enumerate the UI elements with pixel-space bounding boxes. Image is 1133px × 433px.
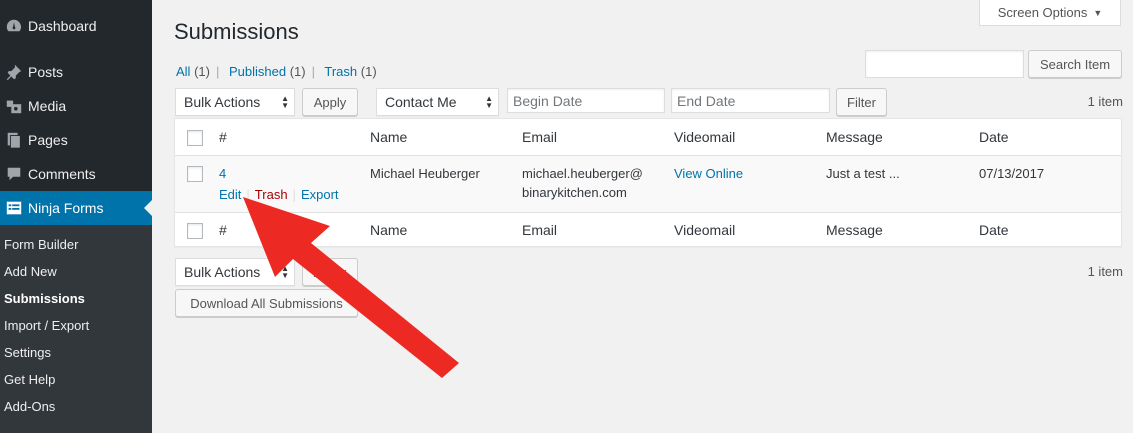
table-row: 4 Edit | Trash | Export Michael Heuberge… (175, 156, 1121, 212)
ninja-forms-submenu: Form Builder Add New Submissions Import … (0, 225, 152, 433)
column-header-videomail[interactable]: Videomail (674, 129, 735, 145)
subsubsub-views: All (1) | Published (1) | Trash (1) (176, 64, 377, 79)
form-select[interactable]: Contact Me ▲ ▼ (376, 88, 499, 116)
search-input[interactable] (865, 50, 1024, 78)
submenu-item-get-help[interactable]: Get Help (4, 372, 55, 387)
submission-email-line1: michael.heuberger@ (522, 166, 643, 181)
sidebar-item-label: Pages (28, 132, 68, 148)
submission-name: Michael Heuberger (370, 166, 480, 181)
submenu-item-add-ons[interactable]: Add-Ons (4, 399, 55, 414)
items-count-bottom: 1 item (1087, 264, 1123, 279)
pushpin-icon (0, 63, 28, 81)
comment-icon (0, 165, 28, 183)
sidebar-item-ninja-forms[interactable]: Ninja Forms (0, 191, 152, 225)
view-count: (1) (194, 64, 210, 79)
submission-message: Just a test ... (826, 166, 900, 181)
submenu-item-import-export[interactable]: Import / Export (4, 318, 89, 333)
export-link[interactable]: Export (301, 187, 339, 202)
view-count: (1) (289, 64, 306, 79)
admin-sidebar: Dashboard Posts Media Pages Comments Nin… (0, 0, 152, 433)
submission-email-line2: binarykitchen.com (522, 185, 627, 200)
pages-icon (0, 131, 28, 149)
view-all-link[interactable]: All (176, 64, 190, 79)
bulk-actions-select[interactable]: Bulk Actions ▲ ▼ (175, 88, 295, 116)
select-all-checkbox[interactable] (187, 223, 203, 239)
divider: | (292, 187, 296, 202)
sidebar-item-label: Ninja Forms (28, 200, 104, 216)
submissions-table: # Name Email Videomail Message Date 4 Ed… (174, 118, 1122, 247)
submission-date: 07/13/2017 (979, 166, 1045, 181)
apply-button-bottom[interactable]: Apply (302, 258, 358, 286)
sidebar-item-label: Posts (28, 64, 64, 80)
dashboard-icon (0, 17, 28, 35)
search-button[interactable]: Search Item (1028, 50, 1122, 78)
sidebar-item-media[interactable]: Media (0, 89, 152, 123)
row-actions: Edit | Trash | Export (219, 187, 339, 202)
table-footer-row: # Name Email Videomail Message Date (175, 212, 1121, 247)
submenu-item-form-builder[interactable]: Form Builder (4, 237, 78, 252)
column-footer-name[interactable]: Name (370, 222, 407, 238)
sidebar-item-label: Dashboard (28, 18, 97, 34)
column-header-message[interactable]: Message (826, 129, 883, 145)
column-header-name[interactable]: Name (370, 129, 407, 145)
apply-button[interactable]: Apply (302, 88, 358, 116)
trash-link[interactable]: Trash (255, 187, 288, 202)
page-title: Submissions (174, 19, 299, 44)
sidebar-item-dashboard[interactable]: Dashboard (0, 9, 152, 43)
divider: | (215, 64, 220, 79)
bulk-actions-select-bottom[interactable]: Bulk Actions ▲ ▼ (175, 258, 295, 286)
filter-button[interactable]: Filter (836, 88, 887, 116)
items-count: 1 item (1087, 94, 1123, 109)
view-online-link[interactable]: View Online (674, 166, 743, 181)
column-footer-videomail[interactable]: Videomail (674, 222, 735, 238)
column-header-date[interactable]: Date (979, 129, 1009, 145)
sidebar-item-label: Comments (28, 166, 96, 182)
submenu-item-submissions[interactable]: Submissions (4, 291, 85, 306)
form-select-value: Contact Me (385, 94, 457, 110)
submenu-item-settings[interactable]: Settings (4, 345, 51, 360)
divider: | (246, 187, 250, 202)
forms-icon (0, 199, 28, 217)
sidebar-item-pages[interactable]: Pages (0, 123, 152, 157)
bulk-actions-value: Bulk Actions (184, 94, 261, 110)
view-trash-link[interactable]: Trash (324, 64, 357, 79)
row-checkbox[interactable] (187, 166, 203, 182)
table-header-row: # Name Email Videomail Message Date (175, 119, 1121, 156)
begin-date-input[interactable]: Begin Date (507, 88, 665, 113)
select-arrows-icon: ▲ ▼ (485, 94, 493, 110)
download-all-submissions-button[interactable]: Download All Submissions (175, 289, 358, 317)
submission-id[interactable]: 4 (219, 166, 226, 181)
sidebar-item-posts[interactable]: Posts (0, 55, 152, 89)
column-header-email[interactable]: Email (522, 129, 557, 145)
bulk-actions-value: Bulk Actions (184, 264, 261, 280)
view-published-link[interactable]: Published (229, 64, 286, 79)
select-arrows-icon: ▲ ▼ (281, 264, 289, 280)
screen-options-label: Screen Options (997, 5, 1088, 20)
edit-link[interactable]: Edit (219, 187, 241, 202)
screen-options-button[interactable]: Screen Options ▼ (979, 0, 1121, 26)
end-date-input[interactable]: End Date (671, 88, 830, 113)
submenu-item-add-new[interactable]: Add New (4, 264, 57, 279)
column-footer-email[interactable]: Email (522, 222, 557, 238)
column-footer-message[interactable]: Message (826, 222, 883, 238)
column-footer-id[interactable]: # (219, 222, 227, 238)
sidebar-item-label: Media (28, 98, 67, 114)
divider: | (311, 64, 315, 79)
view-count: (1) (360, 64, 377, 79)
select-all-checkbox[interactable] (187, 130, 203, 146)
column-footer-date[interactable]: Date (979, 222, 1009, 238)
column-header-id[interactable]: # (219, 129, 227, 145)
caret-down-icon: ▼ (1093, 7, 1103, 18)
select-arrows-icon: ▲ ▼ (281, 94, 289, 110)
media-icon (0, 97, 28, 115)
sidebar-item-comments[interactable]: Comments (0, 157, 152, 191)
